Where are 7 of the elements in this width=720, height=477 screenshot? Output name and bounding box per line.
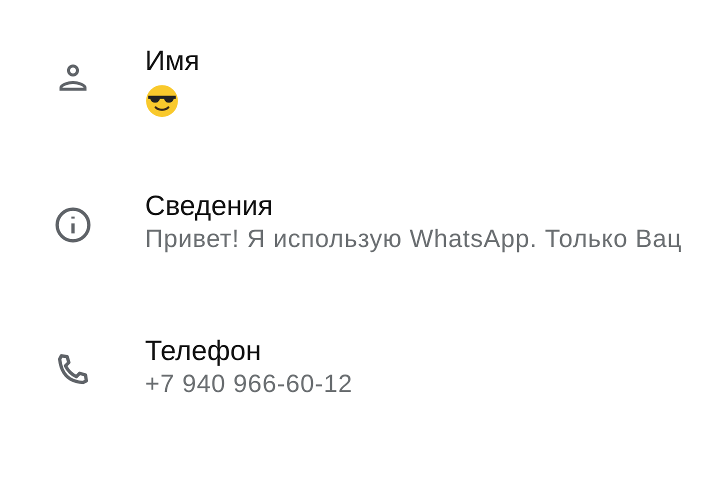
info-icon — [52, 205, 92, 245]
field-value: +7 940 966-60-12 — [145, 369, 354, 400]
field-label: Сведения — [145, 189, 274, 223]
field-label: Телефон — [145, 334, 262, 368]
field-label: Имя — [145, 44, 201, 78]
sunglasses-face-icon — [145, 84, 179, 118]
field-value: Привет! Я использую WhatsApp. Только Вац — [145, 224, 684, 255]
